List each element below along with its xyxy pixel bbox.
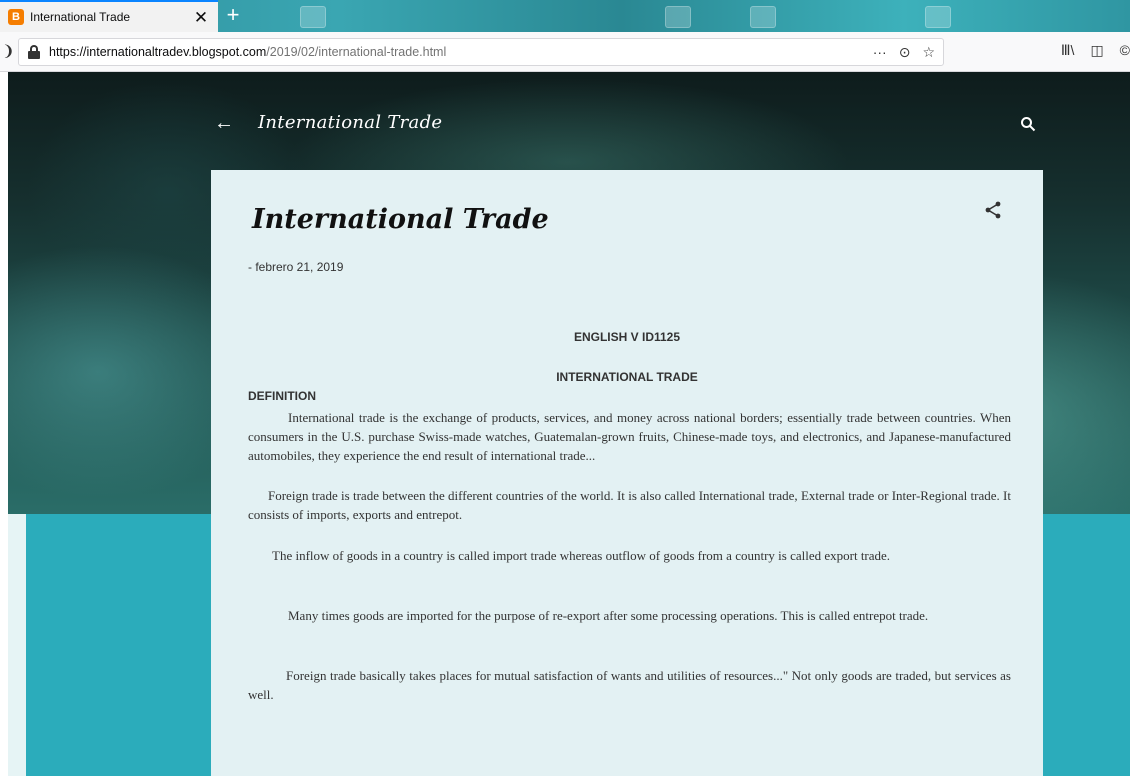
pocket-icon[interactable]: ⊙ [899,44,911,61]
blog-title-link[interactable]: International Trade [258,112,442,133]
decorative-tile [300,6,326,28]
post-title: International Trade [252,204,549,235]
paragraph: Many times goods are imported for the pu… [288,608,929,623]
close-tab-icon[interactable]: ✕ [192,9,210,26]
decorative-tile [750,6,776,28]
back-button-icon[interactable]: ❩ [2,42,15,60]
browser-tab[interactable]: B International Trade ✕ [0,0,218,32]
decorative-tile [665,6,691,28]
lock-icon[interactable] [27,44,41,60]
paragraph: Foreign trade basically takes places for… [248,668,1011,702]
left-margin-lower [8,514,26,776]
library-icon[interactable]: Ⅲ\ [1061,42,1075,59]
post-date: - febrero 21, 2019 [248,260,344,274]
tab-title: International Trade [30,10,131,24]
navigation-toolbar: ❩ https://internationaltradev.blogspot.c… [0,32,1130,72]
left-margin [0,72,8,776]
address-bar[interactable]: https://internationaltradev.blogspot.com… [18,38,944,66]
url-actions: ··· ⊙ ☆ [873,44,935,61]
paragraph: The inflow of goods in a country is call… [272,548,891,563]
decorative-tile [925,6,951,28]
course-heading: ENGLISH V ID1125 [573,330,681,344]
blogger-favicon-icon: B [8,9,24,25]
url-path: /2019/02/international-trade.html [266,45,447,59]
back-arrow-icon[interactable]: ← [214,112,234,135]
toolbar-right: Ⅲ\ ◫ © [1061,42,1130,59]
topic-heading: INTERNATIONAL TRADE [556,370,698,384]
search-icon[interactable] [1020,116,1036,132]
paragraph: International trade is the exchange of p… [248,410,1011,463]
paragraph: Foreign trade is trade between the diffe… [248,488,1011,522]
extension-icon[interactable]: © [1120,42,1130,59]
page-content: ← International Trade International Trad… [0,72,1130,776]
page-actions-icon[interactable]: ··· [873,44,887,60]
share-icon[interactable] [983,200,1003,220]
url-host: https://internationaltradev.blogspot.com [49,45,267,59]
bookmark-star-icon[interactable]: ☆ [922,44,935,61]
sidebar-icon[interactable]: ◫ [1090,42,1103,59]
post-card: International Trade - febrero 21, 2019 E… [211,170,1043,776]
definition-heading: DEFINITION [248,389,316,403]
tab-strip: B International Trade ✕ + [0,0,1130,32]
new-tab-button[interactable]: + [220,3,246,29]
